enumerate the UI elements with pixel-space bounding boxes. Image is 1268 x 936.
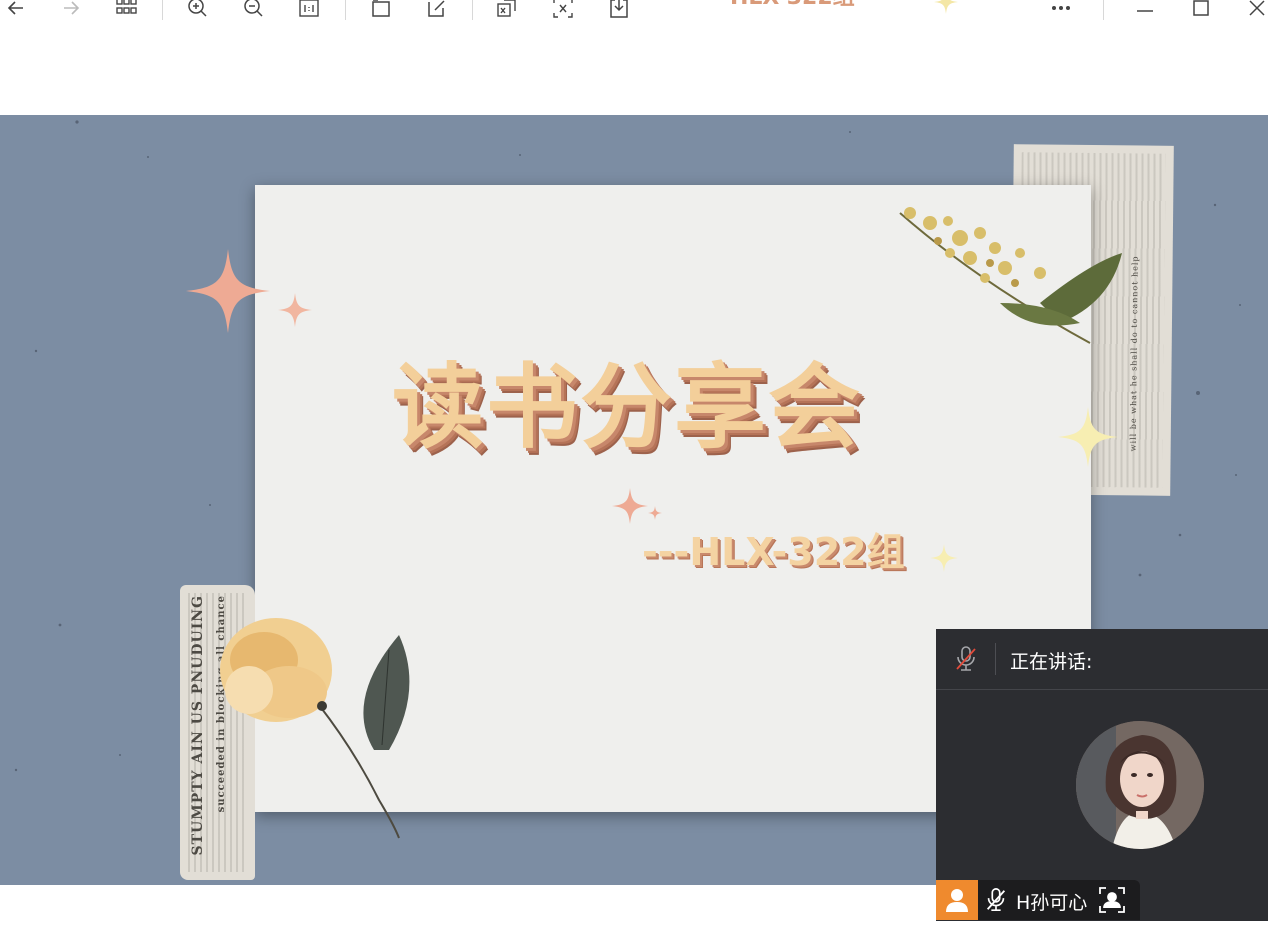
translate-icon[interactable] [493, 0, 521, 20]
sparkle-icon [934, 0, 958, 18]
ocr-icon[interactable] [549, 0, 577, 20]
focus-person-icon[interactable] [1098, 886, 1126, 914]
more-icon[interactable] [1047, 0, 1075, 20]
download-icon[interactable] [605, 0, 633, 20]
zoom-in-icon[interactable] [183, 0, 211, 20]
mic-muted-icon[interactable] [954, 645, 978, 673]
participant-name: H孙可心 [1016, 892, 1088, 914]
participant-avatar [1076, 721, 1204, 849]
arrow-left-icon[interactable] [2, 0, 30, 20]
grid-view-icon[interactable] [112, 0, 140, 20]
sparkle-small-icon [276, 293, 314, 331]
slide-title: 读书分享会 [392, 354, 863, 461]
edit-icon[interactable] [423, 0, 451, 20]
flower-branch-icon [899, 207, 1122, 344]
minimize-icon[interactable] [1131, 0, 1159, 20]
arrow-right-icon[interactable] [57, 0, 85, 20]
speaking-status: 正在讲话: [1010, 651, 1093, 673]
rotate-icon[interactable] [367, 0, 395, 20]
close-icon[interactable] [1243, 0, 1268, 20]
meeting-video-panel[interactable]: 正在讲话: H孙可心 [936, 629, 1268, 921]
sparkle-yellow-icon [1058, 405, 1118, 473]
maximize-icon[interactable] [1187, 0, 1215, 20]
document-title: HLX-322组 [730, 0, 855, 10]
zoom-out-icon[interactable] [239, 0, 267, 20]
slide-subtitle: ---HLX-322组 [642, 530, 905, 574]
participant-name-bar: H孙可心 [936, 880, 1140, 920]
sparkle-large-icon [186, 243, 270, 343]
sparkle-cream-icon [930, 543, 958, 577]
user-icon [936, 880, 978, 920]
actual-size-icon[interactable] [295, 0, 323, 20]
participant-mic-muted-icon[interactable] [984, 887, 1008, 913]
speaking-header: 正在讲话: [936, 629, 1268, 690]
watercolor-flower-icon [220, 618, 410, 839]
viewer-toolbar: HLX-322组 [0, 0, 1268, 22]
